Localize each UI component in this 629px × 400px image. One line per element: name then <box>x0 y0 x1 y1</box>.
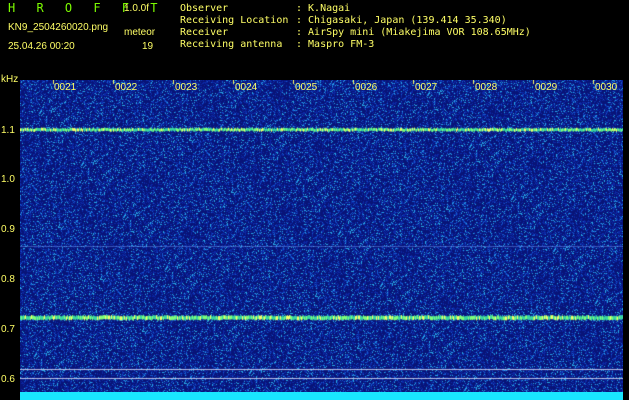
x-tick-label: 0030 <box>595 82 618 93</box>
hroft-spectrogram-window: H R O F F T 1.0.0f KN9_2504260020.png me… <box>0 0 629 400</box>
y-tick-label: 0.8 <box>1 274 15 285</box>
mode-label: meteor <box>124 27 156 38</box>
spectrogram-plot <box>20 80 623 393</box>
y-tick-label: 1.1 <box>1 125 15 136</box>
observer-value: : K.Nagai <box>296 3 351 14</box>
x-tick-label: 0021 <box>54 82 77 93</box>
x-tick-label: 0028 <box>475 82 498 93</box>
x-tick-label: 0027 <box>415 82 438 93</box>
file-name: KN9_2504260020.png <box>8 22 109 33</box>
antenna-value: : Maspro FM-3 <box>296 39 375 50</box>
observer-label: Observer <box>180 3 229 14</box>
location-label: Receiving Location <box>180 15 289 26</box>
x-tick-label: 0025 <box>295 82 318 93</box>
header-panel: H R O F F T 1.0.0f KN9_2504260020.png me… <box>0 0 629 73</box>
antenna-label: Receiving antenna <box>180 39 283 50</box>
x-tick-label: 0023 <box>175 82 198 93</box>
y-axis-unit: kHz <box>1 74 19 85</box>
y-tick-label: 1.0 <box>1 174 15 185</box>
version-label: 1.0.0f <box>124 3 150 14</box>
receiver-value: : AirSpy mini (Miakejima VOR 108.65MHz) <box>296 27 531 38</box>
x-tick-label: 0022 <box>115 82 138 93</box>
y-tick-label: 0.6 <box>1 374 15 385</box>
y-axis: kHz 1.1 1.0 0.9 0.8 0.7 0.6 <box>0 73 20 400</box>
x-tick-label: 0029 <box>535 82 558 93</box>
y-tick-label: 0.7 <box>1 324 15 335</box>
location-value: : Chigasaki, Japan (139.414 35.340) <box>296 15 507 26</box>
y-tick-label: 0.9 <box>1 224 15 235</box>
count-label: 19 <box>142 41 154 52</box>
bottom-level-bar <box>20 392 623 400</box>
datetime-label: 25.04.26 00:20 <box>8 41 75 52</box>
x-tick-label: 0026 <box>355 82 378 93</box>
receiver-label: Receiver <box>180 27 229 38</box>
x-tick-label: 0024 <box>235 82 258 93</box>
